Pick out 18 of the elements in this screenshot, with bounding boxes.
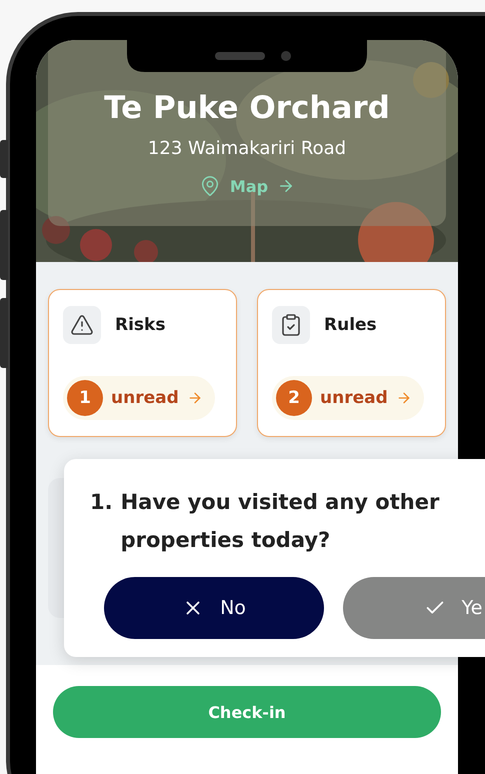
question-text: Have you visited any other properties today? <box>120 489 440 554</box>
answer-button[interactable]: No <box>104 577 324 639</box>
count-badge: 2 <box>276 380 312 416</box>
place-address: 123 Waimakariri Road <box>148 137 346 161</box>
question-number: 1. <box>90 489 113 516</box>
count-badge: 1 <box>67 380 103 416</box>
info-card[interactable]: Rules 2 unread <box>257 289 446 437</box>
card-title: Risks <box>115 315 166 335</box>
unread-link[interactable]: 1 unread <box>63 376 215 420</box>
clipboard-check-icon <box>279 313 303 337</box>
warning-icon <box>70 313 94 337</box>
unread-link[interactable]: 2 unread <box>272 376 424 420</box>
map-link[interactable]: Map <box>198 175 296 197</box>
info-card[interactable]: Risks 1 unread <box>48 289 237 437</box>
answer-button[interactable]: Ye <box>343 577 485 639</box>
check-in-button[interactable]: Check-in <box>53 686 441 738</box>
place-name: Te Puke Orchard <box>104 89 390 128</box>
card-title: Rules <box>324 315 377 335</box>
